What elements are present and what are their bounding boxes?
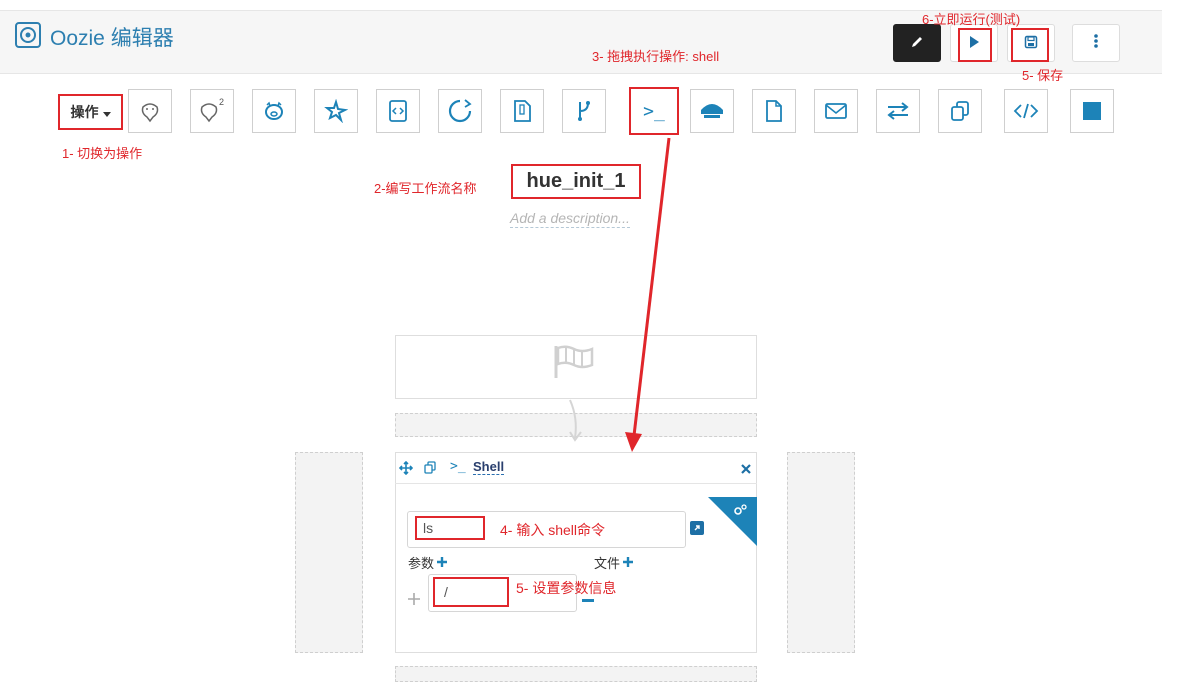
- copy-icon[interactable]: [423, 460, 437, 479]
- plus-icon: [622, 553, 634, 572]
- page-title: Oozie 编辑器: [50, 27, 174, 50]
- shell-node-icon: >_: [450, 459, 466, 474]
- expand-editor-icon[interactable]: [690, 521, 704, 535]
- oozie-logo-icon: [14, 21, 42, 53]
- gears-icon: [733, 501, 747, 520]
- annotation-step6: 6-立即运行(测试): [922, 12, 1021, 27]
- more-vertical-icon: [1093, 33, 1099, 53]
- description-field[interactable]: Add a description...: [510, 210, 630, 228]
- move-icon[interactable]: [398, 460, 414, 479]
- start-flag-icon: [552, 344, 598, 384]
- flow-arrow-icon: [569, 399, 582, 442]
- add-file-link[interactable]: 文件: [594, 553, 634, 572]
- streaming-icon[interactable]: [876, 89, 920, 133]
- shell-node-title[interactable]: Shell: [473, 459, 505, 475]
- drop-zone-bottom: [395, 666, 757, 682]
- params-label: 参数: [408, 557, 435, 572]
- hive2-icon[interactable]: 2: [190, 89, 234, 133]
- param-drag-icon[interactable]: [407, 591, 421, 610]
- spark-icon[interactable]: [314, 89, 358, 133]
- shell-symbol: >_: [643, 100, 665, 122]
- run-highlight: [958, 28, 992, 62]
- email-icon[interactable]: [814, 89, 858, 133]
- fs-icon[interactable]: [752, 89, 796, 133]
- annotation-step2: 2-编写工作流名称: [374, 181, 477, 196]
- workflow-name: hue_init_1: [526, 170, 626, 192]
- generic-icon[interactable]: [938, 89, 982, 133]
- param-value: /: [444, 584, 448, 600]
- annotation-step5-param: 5- 设置参数信息: [516, 580, 617, 596]
- shell-icon[interactable]: >_: [629, 87, 679, 135]
- end-icon[interactable]: [1070, 89, 1114, 133]
- svg-text:2: 2: [219, 97, 224, 107]
- drag-arrow: [625, 137, 671, 452]
- sub-workflow-icon[interactable]: [438, 89, 482, 133]
- command-value: ls: [423, 520, 434, 536]
- annotation-step5-save: 5- 保存: [1022, 68, 1064, 83]
- remove-param-icon[interactable]: [582, 599, 594, 602]
- close-icon[interactable]: [740, 460, 752, 479]
- drop-zone-left: [295, 452, 363, 653]
- edit-button[interactable]: [893, 24, 941, 62]
- ssh-icon[interactable]: [690, 89, 734, 133]
- files-label: 文件: [594, 557, 621, 572]
- actions-label: 操作: [70, 105, 99, 121]
- annotation-step4: 4- 输入 shell命令: [500, 522, 606, 538]
- sqoop-icon[interactable]: [500, 89, 544, 133]
- brand: Oozie 编辑器: [14, 21, 174, 53]
- save-highlight: [1011, 28, 1049, 62]
- drop-zone-right: [787, 452, 855, 653]
- annotation-step3: 3- 拖拽执行操作: shell: [592, 49, 720, 64]
- annotation-step1: 1- 切换为操作: [62, 146, 143, 161]
- caret-down-icon: [102, 103, 111, 122]
- plus-icon: [436, 553, 448, 572]
- xml-icon[interactable]: [1004, 89, 1048, 133]
- pencil-icon: [910, 34, 924, 53]
- hive-icon[interactable]: [128, 89, 172, 133]
- pig-icon[interactable]: [252, 89, 296, 133]
- add-param-link[interactable]: 参数: [408, 553, 448, 572]
- java-icon[interactable]: [376, 89, 420, 133]
- actions-dropdown[interactable]: 操作: [58, 94, 123, 130]
- distcp-icon[interactable]: [562, 89, 606, 133]
- more-menu-button[interactable]: [1072, 24, 1120, 62]
